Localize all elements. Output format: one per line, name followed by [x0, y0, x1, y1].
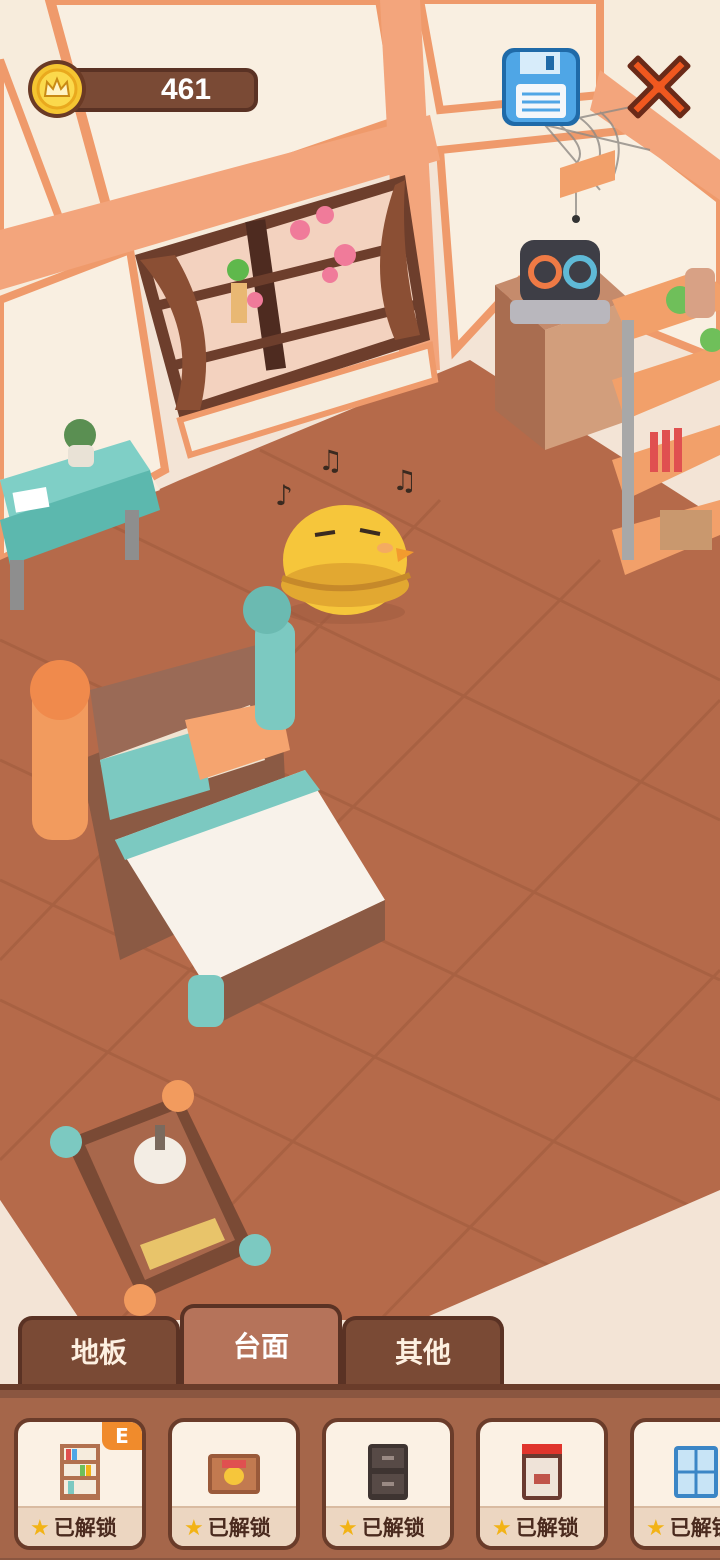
item-status: ★已解锁 — [326, 1506, 450, 1546]
item-card-blue-window[interactable]: ★已解锁 — [630, 1418, 720, 1550]
svg-text:♫: ♫ — [392, 464, 417, 497]
star-icon: ★ — [30, 1516, 50, 1541]
svg-text:♫: ♫ — [318, 444, 343, 477]
item-status: ★已解锁 — [480, 1506, 604, 1546]
crown-coin-icon — [28, 60, 86, 118]
item-status: ★已解锁 — [172, 1506, 296, 1546]
item-card-dark-cabinet[interactable]: ★ 已解锁 — [322, 1418, 454, 1550]
item-status-text: 已解锁 — [207, 1516, 271, 1540]
coin-amount: 461 — [160, 73, 212, 106]
item-card-bookshelf[interactable]: E ★ 已解锁 — [14, 1418, 146, 1550]
item-panel: E ★ 已解锁 ★ 已解锁 ★ 已解锁 ★ 已解锁 ★ 已解 — [0, 1384, 720, 1560]
room-scene[interactable]: ♪ ♫ ♫ — [0, 0, 720, 1390]
item-card-red-cabinet[interactable]: ★ 已解锁 — [476, 1418, 608, 1550]
star-icon: ★ — [646, 1516, 666, 1541]
close-button[interactable] — [620, 48, 698, 126]
item-card-crate[interactable]: ★ 已解锁 — [168, 1418, 300, 1550]
new-badge: E — [102, 1422, 142, 1450]
close-x-icon — [627, 55, 691, 119]
tab-other[interactable]: 其他 — [342, 1316, 504, 1390]
item-status-text: 已解锁 — [669, 1516, 720, 1540]
item-scroller[interactable]: E ★ 已解锁 ★ 已解锁 ★ 已解锁 ★ 已解锁 ★ 已解 — [0, 1398, 720, 1558]
star-icon: ★ — [184, 1516, 204, 1541]
category-tabs: 地板 其他 台面 — [0, 1300, 720, 1390]
item-status: ★已解锁 — [634, 1506, 720, 1546]
blue-window-icon — [674, 1446, 718, 1498]
bookshelf-icon — [60, 1444, 100, 1500]
star-icon: ★ — [338, 1516, 358, 1541]
tab-floor[interactable]: 地板 — [18, 1316, 180, 1390]
item-status-text: 已解锁 — [515, 1516, 579, 1540]
crate-icon — [208, 1454, 260, 1494]
item-status-text: 已解锁 — [53, 1516, 117, 1540]
coin-track: 461 — [62, 68, 258, 112]
coin-counter: 461 — [26, 58, 258, 120]
item-status: ★已解锁 — [18, 1506, 142, 1546]
svg-text:♪: ♪ — [275, 479, 293, 512]
tab-tabletop[interactable]: 台面 — [180, 1304, 342, 1390]
star-icon: ★ — [492, 1516, 512, 1541]
item-status-text: 已解锁 — [361, 1516, 425, 1540]
save-button[interactable] — [498, 44, 584, 130]
room-illustration: ♪ ♫ ♫ — [0, 0, 720, 1390]
floppy-disk-icon — [502, 48, 580, 126]
dark-cabinet-icon — [368, 1444, 408, 1500]
red-cabinet-icon — [522, 1444, 562, 1500]
